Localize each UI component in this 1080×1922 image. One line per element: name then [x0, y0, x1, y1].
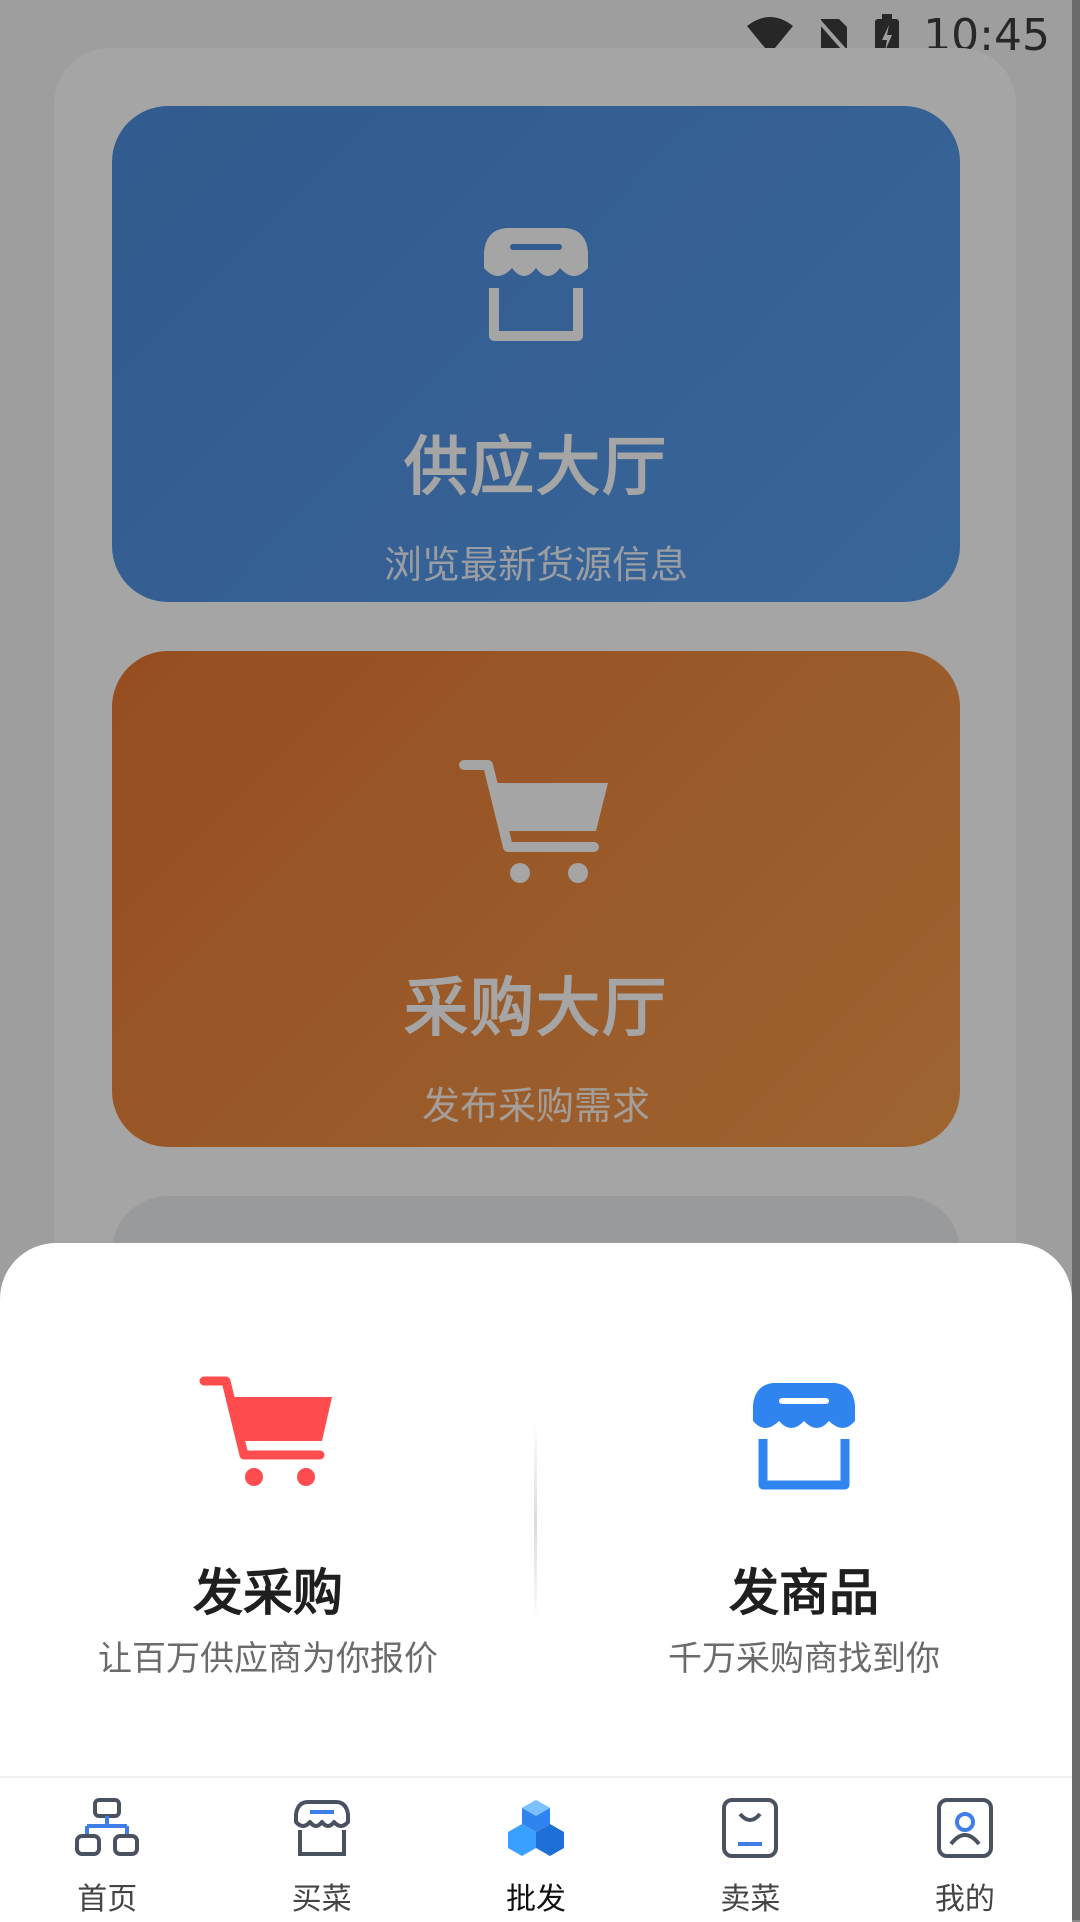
- tab-label: 买菜: [291, 1882, 352, 1917]
- option-subtitle: 让百万供应商为你报价: [98, 1639, 438, 1679]
- option-title: 发采购: [193, 1564, 343, 1622]
- tab-sell[interactable]: 卖菜: [643, 1778, 857, 1922]
- tab-label: 批发: [506, 1882, 567, 1917]
- cubes-icon: [508, 1800, 565, 1856]
- cart-icon: [199, 1376, 332, 1486]
- user-icon: [936, 1798, 993, 1858]
- publish-purchase-option[interactable]: 发采购 让百万供应商为你报价: [0, 1243, 536, 1743]
- store-icon: [753, 1383, 855, 1490]
- bottom-tab-bar: 首页 买菜 批发 卖菜 我的: [0, 1776, 1072, 1922]
- publish-product-option[interactable]: 发商品 千万采购商找到你: [536, 1243, 1072, 1743]
- tab-home[interactable]: 首页: [0, 1778, 214, 1922]
- tab-mine[interactable]: 我的: [858, 1778, 1072, 1922]
- box-icon: [722, 1798, 779, 1858]
- tab-wholesale[interactable]: 批发: [429, 1778, 643, 1922]
- tab-label: 首页: [77, 1882, 138, 1917]
- tab-buy[interactable]: 买菜: [214, 1778, 428, 1922]
- shop-icon: [293, 1800, 350, 1856]
- tab-label: 我的: [934, 1882, 995, 1917]
- option-subtitle: 千万采购商找到你: [668, 1639, 940, 1679]
- publish-bottom-sheet: 发采购 让百万供应商为你报价 发商品 千万采购商找到你 首页 买菜 批发 卖菜 …: [0, 1243, 1072, 1922]
- tab-label: 卖菜: [720, 1882, 781, 1917]
- sitemap-icon: [75, 1798, 140, 1856]
- option-title: 发商品: [729, 1564, 879, 1622]
